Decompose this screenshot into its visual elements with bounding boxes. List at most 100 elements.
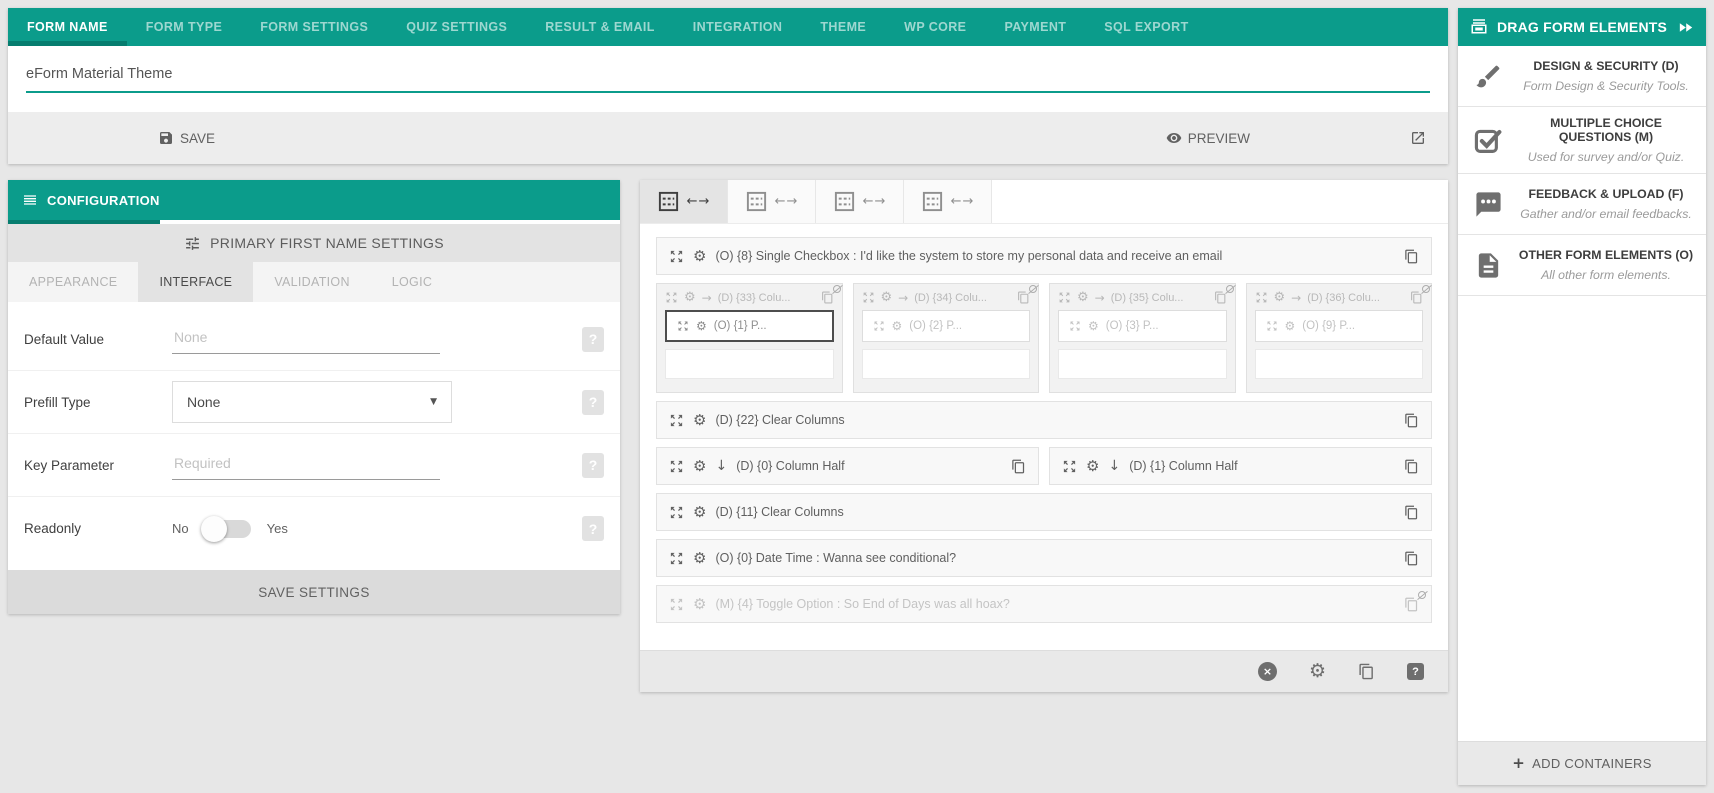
key-parameter-input[interactable] — [172, 451, 440, 480]
copy-icon[interactable] — [1404, 505, 1419, 520]
save-button[interactable]: SAVE — [158, 130, 215, 146]
prefill-type-select[interactable]: None ▼ — [172, 381, 452, 423]
help-icon[interactable]: ? — [582, 516, 604, 541]
resize-arrows-icon[interactable]: ←→ — [863, 195, 887, 208]
collapse-panel-icon[interactable] — [1677, 19, 1694, 36]
copy-icon[interactable] — [1404, 413, 1419, 428]
move-icon[interactable] — [677, 320, 689, 332]
help-icon[interactable]: ? — [582, 390, 604, 415]
readonly-toggle[interactable] — [205, 520, 251, 538]
gear-icon[interactable]: ⚙ — [693, 459, 706, 474]
tab-appearance[interactable]: APPEARANCE — [8, 262, 138, 302]
move-icon[interactable] — [1069, 320, 1081, 332]
resize-arrows-icon[interactable]: ←→ — [951, 195, 975, 208]
nav-sql-export[interactable]: SQL EXPORT — [1085, 8, 1207, 46]
gear-icon[interactable]: ⚙ — [1088, 320, 1099, 332]
move-icon[interactable] — [1058, 291, 1071, 304]
form-name-input[interactable] — [26, 61, 1430, 93]
gear-icon[interactable]: ⚙ — [881, 291, 893, 304]
move-icon[interactable] — [665, 291, 678, 304]
container-tab-3[interactable]: ←→ — [816, 180, 904, 223]
element-row-clear-columns-11[interactable]: ⚙ (D) {11} Clear Columns — [656, 493, 1432, 531]
inner-element-primary-1[interactable]: ⚙ (O) {1} P... — [665, 310, 834, 342]
sidebar-item-feedback-upload[interactable]: FEEDBACK & UPLOAD (F) Gather and/or emai… — [1458, 174, 1706, 235]
help-icon[interactable]: ? — [582, 327, 604, 352]
move-icon[interactable] — [669, 597, 684, 612]
tab-logic[interactable]: LOGIC — [371, 262, 453, 302]
sidebar-item-multiple-choice[interactable]: MULTIPLE CHOICE QUESTIONS (M) Used for s… — [1458, 107, 1706, 174]
gear-icon[interactable]: ⚙ — [693, 413, 706, 428]
gear-icon[interactable]: ⚙ — [693, 249, 706, 264]
gear-icon[interactable]: ⚙ — [1285, 320, 1296, 332]
duplicate-container-button[interactable] — [1358, 663, 1375, 680]
element-row-column-half-0[interactable]: ⚙ ↓ (D) {0} Column Half — [656, 447, 1039, 485]
copy-icon[interactable] — [1404, 551, 1419, 566]
column-box-33[interactable]: ⚙ → (D) {33} Colu... ⚙ (O) {1} P... — [656, 283, 843, 393]
nav-wp-core[interactable]: WP CORE — [885, 8, 985, 46]
nav-theme[interactable]: THEME — [801, 8, 885, 46]
move-icon[interactable] — [669, 249, 684, 264]
tab-interface[interactable]: INTERFACE — [138, 262, 253, 302]
nav-payment[interactable]: PAYMENT — [985, 8, 1085, 46]
move-icon[interactable] — [669, 551, 684, 566]
element-row-clear-columns-22[interactable]: ⚙ (D) {22} Clear Columns — [656, 401, 1432, 439]
move-icon[interactable] — [873, 320, 885, 332]
open-external-button[interactable] — [1410, 130, 1426, 146]
inner-element-primary-2[interactable]: ⚙ (O) {2} P... — [862, 310, 1031, 342]
move-icon[interactable] — [1255, 291, 1268, 304]
column-box-34[interactable]: ⚙ → (D) {34} Colu... ⚙ (O) {2} P... — [853, 283, 1040, 393]
sidebar-item-other-elements[interactable]: OTHER FORM ELEMENTS (O) All other form e… — [1458, 235, 1706, 296]
gear-icon[interactable]: ⚙ — [696, 320, 707, 332]
nav-form-type[interactable]: FORM TYPE — [127, 8, 242, 46]
move-icon[interactable] — [669, 459, 684, 474]
element-row-column-half-1[interactable]: ⚙ ↓ (D) {1} Column Half — [1049, 447, 1432, 485]
resize-arrows-icon[interactable]: ←→ — [775, 195, 799, 208]
inner-element-primary-3[interactable]: ⚙ (O) {3} P... — [1058, 310, 1227, 342]
drop-zone[interactable] — [665, 349, 834, 379]
delete-container-button[interactable]: × — [1258, 662, 1277, 681]
nav-result-email[interactable]: RESULT & EMAIL — [526, 8, 674, 46]
container-tab-1[interactable]: ←→ — [640, 180, 728, 223]
move-icon[interactable] — [862, 291, 875, 304]
drop-zone[interactable] — [1255, 349, 1424, 379]
copy-icon[interactable] — [1214, 291, 1227, 304]
save-settings-button[interactable]: SAVE SETTINGS — [8, 570, 620, 614]
copy-icon[interactable] — [1404, 459, 1419, 474]
tab-validation[interactable]: VALIDATION — [253, 262, 370, 302]
nav-quiz-settings[interactable]: QUIZ SETTINGS — [387, 8, 526, 46]
move-icon[interactable] — [669, 505, 684, 520]
preview-button[interactable]: PREVIEW — [1166, 130, 1250, 146]
copy-icon[interactable] — [1410, 291, 1423, 304]
gear-icon[interactable]: ⚙ — [1274, 291, 1286, 304]
container-tab-2[interactable]: ←→ — [728, 180, 816, 223]
column-box-36[interactable]: ⚙ → (D) {36} Colu... ⚙ (O) {9} P... — [1246, 283, 1433, 393]
element-row-single-checkbox[interactable]: ⚙ (O) {8} Single Checkbox : I'd like the… — [656, 237, 1432, 275]
sidebar-item-design-security[interactable]: DESIGN & SECURITY (D) Form Design & Secu… — [1458, 46, 1706, 107]
element-row-date-time[interactable]: ⚙ (O) {0} Date Time : Wanna see conditio… — [656, 539, 1432, 577]
gear-icon[interactable]: ⚙ — [1077, 291, 1089, 304]
default-value-input[interactable] — [172, 325, 440, 354]
container-tab-4[interactable]: ←→ — [904, 180, 992, 223]
gear-icon[interactable]: ⚙ — [684, 291, 696, 304]
copy-icon[interactable] — [1011, 459, 1026, 474]
nav-form-name[interactable]: FORM NAME — [8, 8, 127, 46]
gear-icon[interactable]: ⚙ — [892, 320, 903, 332]
drop-zone[interactable] — [1058, 349, 1227, 379]
resize-arrows-icon[interactable]: ←→ — [687, 195, 711, 208]
copy-icon[interactable] — [821, 291, 834, 304]
copy-icon[interactable] — [1017, 291, 1030, 304]
column-box-35[interactable]: ⚙ → (D) {35} Colu... ⚙ (O) {3} P... — [1049, 283, 1236, 393]
copy-icon[interactable] — [1404, 249, 1419, 264]
nav-integration[interactable]: INTEGRATION — [674, 8, 802, 46]
copy-icon[interactable] — [1404, 597, 1419, 612]
help-icon[interactable]: ? — [582, 453, 604, 478]
move-icon[interactable] — [1266, 320, 1278, 332]
gear-icon[interactable]: ⚙ — [693, 505, 706, 520]
gear-icon[interactable]: ⚙ — [1086, 459, 1099, 474]
gear-icon[interactable]: ⚙ — [693, 551, 706, 566]
nav-form-settings[interactable]: FORM SETTINGS — [241, 8, 387, 46]
element-row-toggle-option[interactable]: ⚙ (M) {4} Toggle Option : So End of Days… — [656, 585, 1432, 623]
add-containers-button[interactable]: + ADD CONTAINERS — [1458, 741, 1706, 785]
move-icon[interactable] — [1062, 459, 1077, 474]
container-help-button[interactable]: ? — [1407, 663, 1424, 680]
